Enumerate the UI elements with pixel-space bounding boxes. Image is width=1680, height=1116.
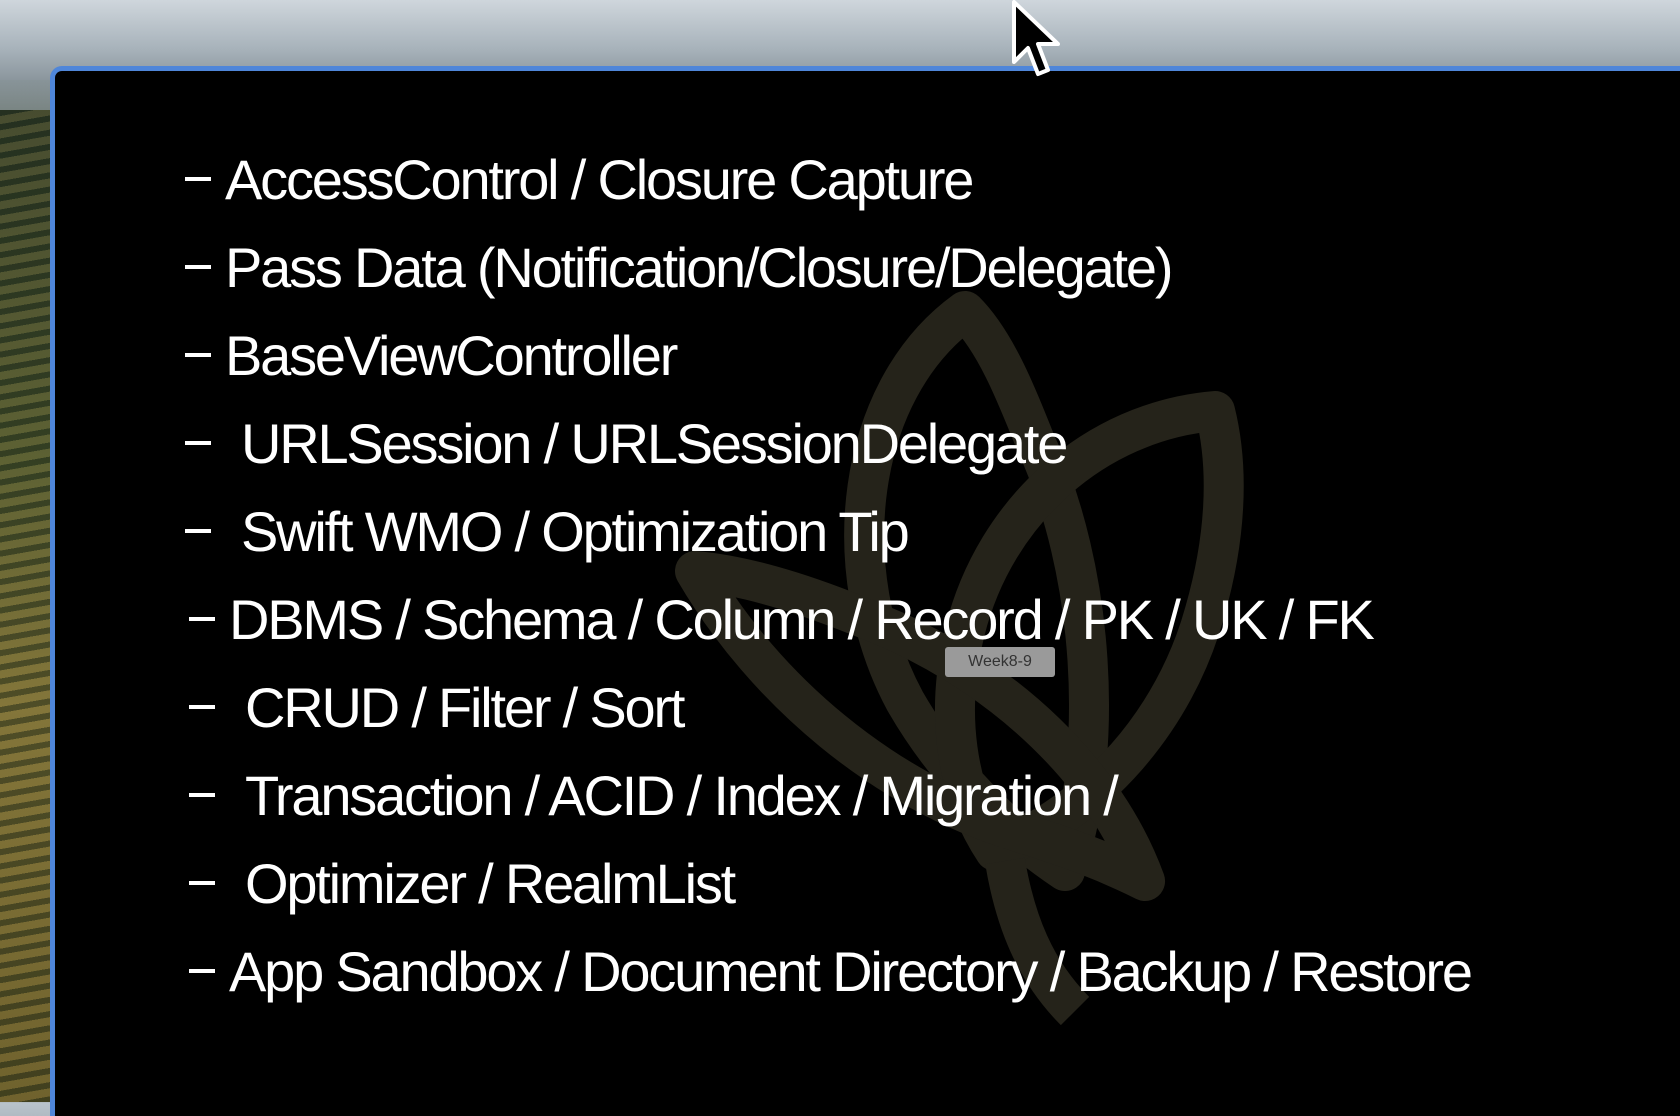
topic-label: Pass Data (Notification/Closure/Delegate…: [225, 235, 1173, 299]
topic-item: Transaction / ACID / Index / Migration /: [189, 751, 1471, 839]
dash-bullet: [185, 529, 211, 533]
dash-bullet: [185, 265, 211, 269]
dash-bullet: [185, 353, 211, 357]
topic-item: Pass Data (Notification/Closure/Delegate…: [185, 223, 1471, 311]
topic-label: App Sandbox / Document Directory / Backu…: [229, 939, 1473, 1003]
tooltip: Week8-9: [945, 647, 1055, 677]
dash-bullet: [189, 881, 215, 885]
topic-item: Swift WMO / Optimization Tip: [185, 487, 1471, 575]
pointer-arrow-icon: [1012, 0, 1060, 76]
topic-item: DBMS / Schema / Column / Record / PK / U…: [189, 575, 1471, 663]
topic-item: CRUD / Filter / Sort: [189, 663, 1471, 751]
topic-item: App Sandbox / Document Directory / Backu…: [189, 927, 1473, 1015]
topic-item: Optimizer / RealmList: [189, 839, 1471, 927]
topic-label: Optimizer / RealmList: [245, 851, 736, 915]
topic-label: CRUD / Filter / Sort: [245, 675, 685, 739]
topic-label: Transaction / ACID / Index / Migration /: [245, 763, 1119, 827]
dash-bullet: [189, 705, 215, 709]
topic-item: AccessControl / Closure Capture: [185, 135, 1471, 223]
topic-item: URLSession / URLSessionDelegate: [185, 399, 1471, 487]
topic-label: BaseViewController: [225, 323, 678, 387]
dash-bullet: [189, 617, 215, 621]
dash-bullet: [189, 969, 215, 973]
dash-bullet: [185, 177, 211, 181]
topic-list: AccessControl / Closure Capture Pass Dat…: [185, 135, 1473, 1015]
topic-item: BaseViewController: [185, 311, 1471, 399]
topic-label: Swift WMO / Optimization Tip: [241, 499, 910, 563]
topic-label: URLSession / URLSessionDelegate: [241, 411, 1068, 475]
dash-bullet: [185, 441, 211, 445]
topic-label: AccessControl / Closure Capture: [225, 147, 974, 211]
presentation-window: AccessControl / Closure Capture Pass Dat…: [50, 66, 1680, 1116]
topic-label: DBMS / Schema / Column / Record / PK / U…: [229, 587, 1375, 651]
dash-bullet: [189, 793, 215, 797]
